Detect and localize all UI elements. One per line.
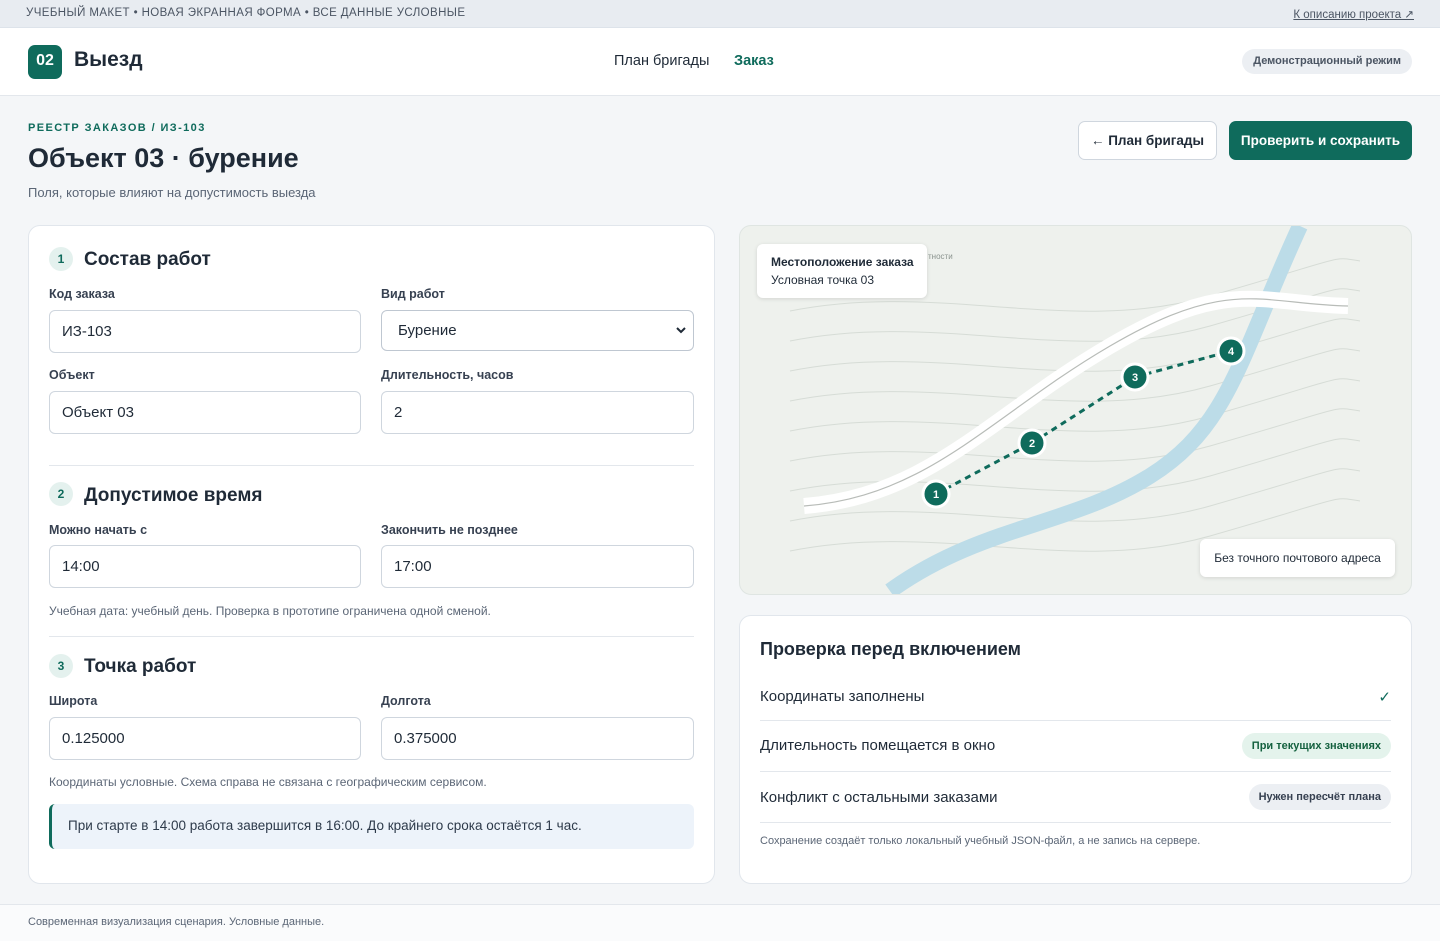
time-hint: Учебная дата: учебный день. Проверка в п… [49,604,491,618]
banner-text: УЧЕБНЫЙ МАКЕТ • НОВАЯ ЭКРАННАЯ ФОРМА • В… [26,7,466,19]
project-description-link[interactable]: К описанию проекта ↗ [1293,7,1414,21]
location-tooltip: Местоположение заказа Условная точка 03 [757,244,927,298]
back-to-crew-plan-button[interactable]: ← План бригады [1078,121,1217,160]
check-row-label: Длительность помещается в окно [760,737,996,754]
location-tooltip-subtitle: Условная точка 03 [771,273,875,287]
work-type-value: Бурение [398,322,457,339]
no-address-note: Без точного почтового адреса [1200,539,1395,577]
duration-label: Длительность, часов [381,368,514,382]
top-banner: УЧЕБНЫЙ МАКЕТ • НОВАЯ ЭКРАННАЯ ФОРМА • В… [0,0,1440,28]
start-time-label: Можно начать с [49,523,148,537]
section-divider [49,636,694,637]
check-row: Длительность помещается в окно При текущ… [760,721,1391,772]
route-marker-2[interactable]: 2 [1017,428,1047,458]
object-label: Объект [49,368,95,382]
save-footnote: Сохранение создаёт только локальный учеб… [760,835,1201,847]
longitude-input[interactable] [381,717,694,760]
schedule-info-box: При старте в 14:00 работа завершится в 1… [49,804,694,849]
route-line [935,349,1232,496]
app-header: 02 Выезд План бригады Заказ Демонстрацио… [0,28,1440,96]
order-code-input[interactable] [49,310,361,353]
latitude-label: Широта [49,694,98,708]
river [885,226,1308,594]
section-title-point: Точка работ [84,656,197,677]
nav-crew-plan[interactable]: План бригады [614,53,709,69]
check-row: Конфликт с остальными заказами Нужен пер… [760,772,1391,823]
section-title-time: Допустимое время [84,485,263,506]
check-icon: ✓ [1378,689,1391,706]
check-row-label: Координаты заполнены [760,688,925,705]
route-marker-4[interactable]: 4 [1216,336,1246,366]
section-number-1: 1 [49,247,73,271]
route-marker-1[interactable]: 1 [921,479,951,509]
app-title: Выезд [74,48,143,71]
start-time-input[interactable] [49,545,361,588]
order-code-label: Код заказа [49,287,115,301]
section-title-work: Состав работ [84,249,211,270]
demo-mode-badge: Демонстрационный режим [1242,49,1412,74]
work-type-select[interactable]: Бурение [381,310,694,351]
order-form-card: 1 Состав работ Код заказа Вид работ Буре… [28,225,715,884]
end-time-input[interactable] [381,545,694,588]
status-badge: При текущих значениях [1241,733,1391,759]
page-footer: Современная визуализация сценария. Услов… [0,904,1440,941]
page-title: Объект 03 · бурение [28,143,299,173]
order-location-map[interactable]: 1 2 3 4 тности Местоположение заказа Усл… [739,225,1412,595]
road [803,290,1349,514]
object-input[interactable] [49,391,361,434]
longitude-label: Долгота [381,694,431,708]
section-number-2: 2 [49,482,73,506]
coordinates-hint: Координаты условные. Схема справа не свя… [49,775,487,789]
check-title: Проверка перед включением [760,639,1021,659]
route-marker-1-label: 1 [933,489,939,501]
check-row: Координаты заполнены ✓ [760,674,1391,721]
pre-enable-check-card: Проверка перед включением Координаты зап… [739,615,1412,884]
chevron-down-icon [676,327,686,334]
route-marker-4-label: 4 [1228,346,1235,358]
check-and-save-button[interactable]: Проверить и сохранить [1229,121,1412,160]
page-subtitle: Поля, которые влияют на допустимость вые… [28,185,316,200]
location-tooltip-title: Местоположение заказа [771,255,914,269]
duration-input[interactable] [381,391,694,434]
nav-order[interactable]: Заказ [734,53,774,69]
map-faint-label: тности [928,252,953,261]
work-type-label: Вид работ [381,287,445,301]
road-centerline [803,298,1349,507]
section-divider [49,465,694,466]
schedule-info-text: При старте в 14:00 работа завершится в 1… [68,818,582,833]
route-marker-3[interactable]: 3 [1120,362,1150,392]
footer-text: Современная визуализация сценария. Услов… [28,916,325,928]
end-time-label: Закончить не позднее [381,523,518,537]
latitude-input[interactable] [49,717,361,760]
section-number-3: 3 [49,654,73,678]
route-marker-2-label: 2 [1029,438,1035,450]
app-logo: 02 [28,45,62,79]
breadcrumb[interactable]: РЕЕСТР ЗАКАЗОВ / ИЗ-103 [28,122,206,134]
check-row-label: Конфликт с остальными заказами [760,789,998,806]
route-marker-3-label: 3 [1132,372,1138,384]
status-badge: Нужен пересчёт плана [1248,784,1391,810]
